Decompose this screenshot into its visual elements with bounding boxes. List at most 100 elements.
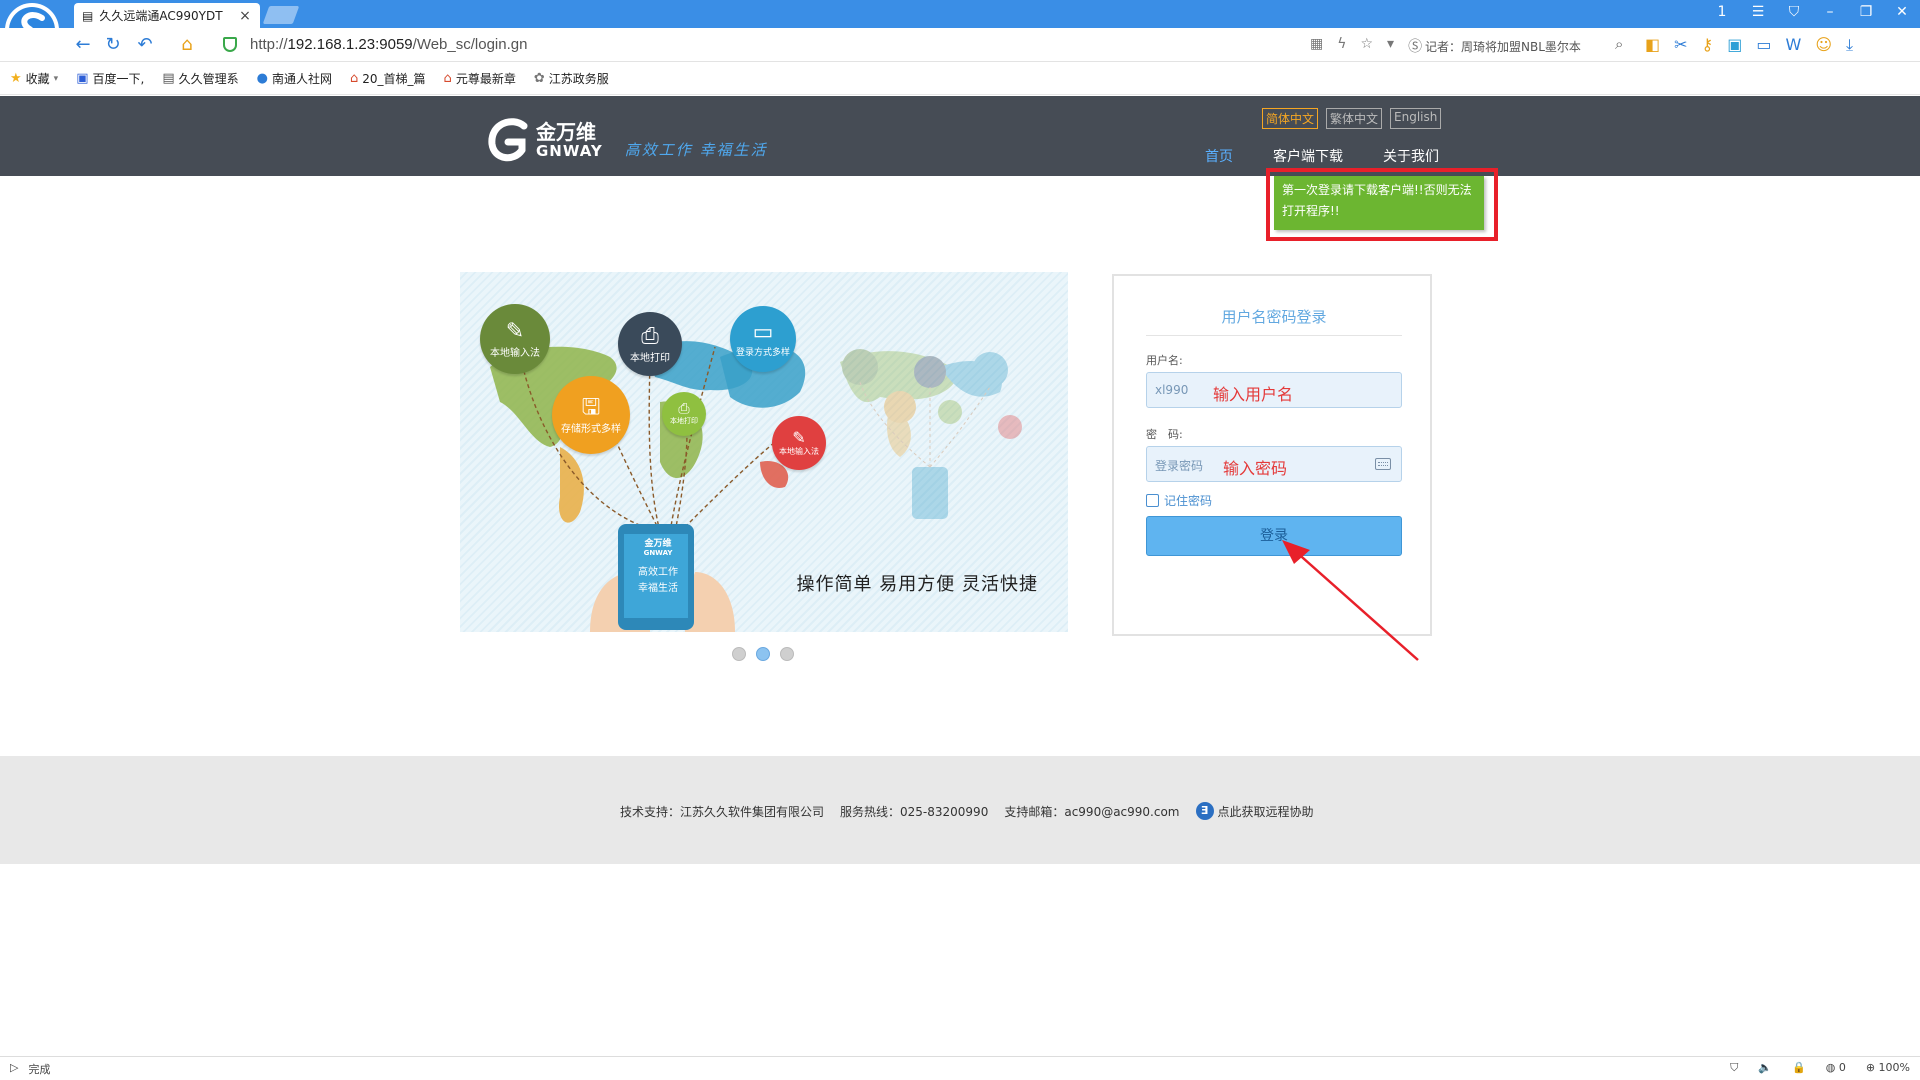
carousel-dots (732, 647, 794, 661)
home-icon[interactable]: ⌂ (176, 34, 198, 55)
footer-hotline: 服务热线：025-83200990 (840, 804, 989, 819)
browser-tab-bar: ▤ 久久远端通AC990YDT × 1 ☰ ⛉ – ❐ ✕ (0, 0, 1920, 28)
undo-icon[interactable]: ↶ (134, 34, 156, 55)
block-counter[interactable]: ◍ 0 (1826, 1061, 1846, 1075)
minimize-icon[interactable]: – (1820, 4, 1840, 20)
news-ticker[interactable]: 记者：周琦将加盟NBL墨尔本 (1425, 38, 1615, 55)
close-window-icon[interactable]: ✕ (1892, 4, 1912, 20)
nav-client-download[interactable]: 客户端下载 (1273, 146, 1343, 166)
password-label: 密 码: (1146, 428, 1183, 441)
footer-email: 支持邮箱：ac990@ac990.com (1004, 804, 1180, 819)
star-icon: ★ (10, 71, 22, 86)
remote-help-link[interactable]: Ǝ 点此获取远程协助 (1195, 802, 1314, 820)
star-icon[interactable]: ☆ (1360, 36, 1373, 56)
keyboard-icon[interactable] (1375, 458, 1391, 470)
username-input[interactable]: xl990 输入用户名 (1146, 372, 1402, 408)
password-input[interactable]: 登录密码 输入密码 (1146, 446, 1402, 482)
secure-shield-icon (223, 37, 237, 52)
bookmark-nantong[interactable]: ● 南通人社网 (257, 70, 332, 87)
restore-icon[interactable]: ❐ (1856, 4, 1876, 20)
username-annotation: 输入用户名 (1213, 385, 1294, 404)
gnway-g-icon (488, 118, 528, 162)
emoji-icon[interactable]: ☺ (1815, 35, 1832, 55)
bookmark-novel-1[interactable]: ⌂ 20_首梯_篇 (350, 70, 426, 87)
remote-assist-icon: Ǝ (1195, 802, 1214, 820)
browser-status-bar: ▷ 完成 ⛉ 🔈 🔒 ◍ 0 ⊕ 100% (0, 1056, 1920, 1080)
address-tools: ▦ ϟ ☆ ▾ Ⓢ (1310, 36, 1422, 56)
nav-about[interactable]: 关于我们 (1383, 146, 1439, 166)
skin-icon[interactable]: ⛉ (1784, 4, 1804, 20)
flower-icon: ✿ (533, 71, 545, 86)
status-text: 完成 (28, 1063, 51, 1076)
url-field[interactable]: http://192.168.1.23:9059/Web_sc/login.gn (250, 36, 527, 53)
annotation-arrow (1282, 540, 1419, 661)
bookmark-jiujiu[interactable]: ▤ 久久管理系 (162, 70, 238, 87)
scissors-icon[interactable]: ✂ (1674, 35, 1687, 55)
bookmark-favorites[interactable]: ★ 收藏 ▾ (10, 70, 58, 87)
bookmark-novel-2[interactable]: ⌂ 元尊最新章 (444, 70, 516, 87)
translate-icon[interactable]: ▣ (1727, 35, 1742, 55)
feature-banner: ✎ 本地输入法 ⎙ 本地打印 ▭ 登录方式多样 🖫 存储形式多样 ⎙ 本地打印 … (460, 272, 1068, 632)
tab-close-icon[interactable]: × (238, 8, 252, 24)
footer-info: 技术支持：江苏久久软件集团有限公司 服务热线：025-83200990 支持邮箱… (620, 802, 1314, 820)
banner-caption: 操作简单 易用方便 灵活快捷 (796, 574, 1038, 595)
lang-simplified[interactable]: 简体中文 (1262, 108, 1319, 129)
nav-home[interactable]: 首页 (1205, 146, 1233, 184)
site-footer: 技术支持：江苏久久软件集团有限公司 服务热线：025-83200990 支持邮箱… (0, 756, 1920, 864)
download-tooltip: 第一次登录请下载客户端!!否则无法打开程序!! (1274, 176, 1484, 230)
slogan: 高效工作 幸福生活 (624, 140, 768, 159)
sidebar-toggle-icon[interactable]: ▷ (10, 1061, 18, 1077)
house-icon: ⌂ (443, 71, 452, 86)
monitor-icon: ▭ (752, 319, 774, 345)
footer-support: 技术支持：江苏久久软件集团有限公司 (620, 804, 825, 819)
feature-bubble-local-print-small: ⎙ 本地打印 (662, 392, 706, 436)
page-doc-icon: ▤ (82, 8, 94, 23)
word-icon[interactable]: W (1786, 35, 1802, 55)
extension-share-icon[interactable]: ◧ (1645, 35, 1660, 55)
language-switch: 简体中文 繁体中文 English (1262, 108, 1442, 129)
download-icon[interactable]: ⤓ (1846, 35, 1853, 55)
volume-icon[interactable]: 🔈 (1758, 1061, 1772, 1075)
zoom-level[interactable]: ⊕ 100% (1866, 1061, 1910, 1075)
bookmark-jiangsu[interactable]: ✿ 江苏政务服 (534, 70, 609, 87)
main-nav: 首页 客户端下载 关于我们 (1205, 146, 1439, 184)
printer-icon: ⎙ (678, 401, 690, 417)
new-tab-button[interactable] (262, 6, 300, 24)
dropdown-icon[interactable]: ▾ (1387, 36, 1394, 56)
lock-icon[interactable]: 🔒 (1792, 1061, 1806, 1075)
feature-bubble-login-methods: ▭ 登录方式多样 (730, 306, 796, 372)
tab-title: 久久远端通AC990YDT (99, 9, 223, 23)
search-icon[interactable]: ⌕ (1615, 35, 1623, 53)
carousel-dot-2[interactable] (756, 647, 770, 661)
remember-password[interactable]: 记住密码 (1146, 492, 1212, 509)
bookmark-baidu[interactable]: ▣ 百度一下, (76, 70, 144, 87)
tablet-screen: 金万维 GNWAY 高效工作 幸福生活 (638, 539, 678, 594)
lang-traditional[interactable]: 繁体中文 (1326, 108, 1383, 129)
gnway-logo[interactable]: 金万维 GNWAY 高效工作 幸福生活 (484, 116, 768, 164)
remember-checkbox[interactable] (1146, 494, 1159, 507)
qr-code-icon[interactable]: ▦ (1310, 36, 1323, 56)
key-icon[interactable]: ⚷ (1702, 35, 1714, 55)
lang-english[interactable]: English (1390, 108, 1442, 129)
browser-tab-active[interactable]: ▤ 久久远端通AC990YDT × (74, 3, 260, 28)
carousel-dot-3[interactable] (780, 647, 794, 661)
remember-label: 记住密码 (1164, 494, 1213, 508)
back-icon[interactable]: ← (72, 34, 94, 55)
carousel-dot-1[interactable] (732, 647, 746, 661)
lightning-icon[interactable]: ϟ (1337, 36, 1346, 56)
username-value: xl990 (1155, 383, 1189, 397)
printer-icon: ⎙ (641, 323, 659, 349)
username-label: 用户名: (1146, 354, 1183, 367)
bookmarks-bar: ★ 收藏 ▾ ▣ 百度一下, ▤ 久久管理系 ● 南通人社网 ⌂ 20_首梯_篇 ⌂ 元尊最新… (0, 63, 1920, 95)
refresh-icon[interactable]: ↻ (102, 34, 124, 55)
menu-icon[interactable]: ☰ (1748, 4, 1768, 20)
floppy-icon: 🖫 (581, 394, 601, 420)
pencil-icon: ✎ (505, 318, 525, 344)
screen-icon[interactable]: ▭ (1756, 35, 1771, 55)
security-shield-icon[interactable]: ⛉ (1730, 1061, 1738, 1075)
window-count-icon[interactable]: 1 (1712, 4, 1732, 20)
extension-icons: ◧ ✂ ⚷ ▣ ▭ W ☺ ⤓ (1645, 35, 1853, 55)
address-bar: ← ↻ ↶ ⌂ http://192.168.1.23:9059/Web_sc/… (0, 28, 1920, 62)
sogou-search-icon[interactable]: Ⓢ (1408, 36, 1422, 56)
password-annotation: 输入密码 (1223, 459, 1288, 478)
